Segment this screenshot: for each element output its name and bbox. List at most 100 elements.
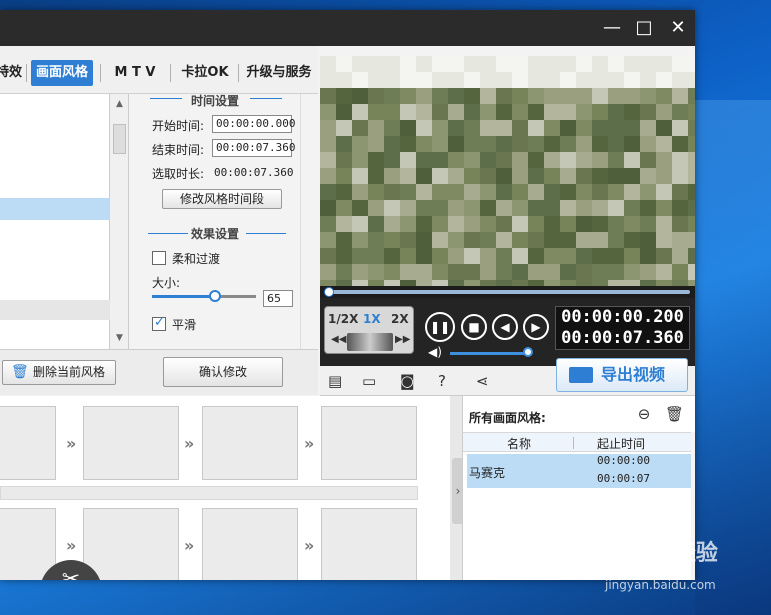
next-frame-button[interactable]: ▶	[523, 314, 549, 340]
mosaic-block	[464, 56, 480, 72]
timeline-scroll-strip[interactable]	[0, 486, 418, 500]
mosaic-block	[368, 120, 384, 136]
tab-mtv[interactable]: M T V	[106, 60, 164, 86]
speed-2x[interactable]: 2X	[391, 312, 409, 326]
timeline-frame[interactable]	[202, 406, 298, 480]
start-time-input[interactable]: 00:00:00.000	[212, 115, 295, 133]
volume-knob[interactable]	[523, 347, 533, 357]
volume-icon[interactable]: ◀)	[428, 345, 442, 359]
mosaic-block	[448, 248, 464, 264]
style-list-scrollbar[interactable]: ▲ ▼	[110, 94, 129, 349]
minimize-button[interactable]: —	[598, 16, 626, 40]
mosaic-block	[336, 216, 352, 232]
mosaic-block	[656, 216, 672, 232]
mosaic-block	[400, 136, 416, 152]
size-slider-thumb[interactable]	[209, 290, 221, 302]
mosaic-block	[496, 56, 512, 72]
mosaic-block	[688, 152, 695, 168]
tab-picture-style[interactable]: 画面风格	[31, 60, 93, 86]
previous-frame-button[interactable]: ◀	[492, 314, 518, 340]
speed-1x[interactable]: 1X	[363, 312, 381, 326]
pause-button[interactable]: ❚❚	[425, 312, 455, 342]
smooth-checkbox[interactable]	[152, 315, 166, 331]
tab-divider	[100, 64, 101, 82]
mosaic-block	[416, 248, 432, 264]
progress-knob[interactable]	[324, 287, 334, 297]
stop-icon: ■	[468, 320, 480, 334]
mosaic-block	[384, 216, 400, 232]
mosaic-block	[448, 88, 464, 104]
close-button[interactable]: ✕	[664, 16, 692, 40]
mosaic-block	[544, 56, 560, 72]
timeline-frame[interactable]	[321, 508, 417, 580]
mosaic-block	[560, 120, 576, 136]
smooth-label: 平滑	[172, 318, 197, 332]
timeline-frame[interactable]	[321, 406, 417, 480]
duration-value: 00:00:07.360	[214, 166, 294, 179]
mosaic-block	[400, 104, 416, 120]
mosaic-block	[400, 184, 416, 200]
speed-selector[interactable]: 1/2X 1X 2X ◀◀ ▶▶	[324, 306, 414, 354]
end-time-input[interactable]: 00:00:07.360	[212, 139, 295, 157]
maximize-button[interactable]: □	[630, 16, 658, 40]
speed-dial[interactable]	[347, 333, 393, 351]
mosaic-block	[672, 200, 688, 216]
tab-karaoke[interactable]: 卡拉OK	[176, 60, 234, 86]
confirm-modify-button[interactable]: 确认修改	[163, 357, 283, 387]
size-slider[interactable]	[152, 290, 256, 302]
mosaic-block	[656, 104, 672, 120]
timeline-frame[interactable]	[83, 508, 179, 580]
scroll-thumb[interactable]	[113, 124, 126, 154]
help-icon[interactable]: ?	[438, 372, 446, 390]
mosaic-block	[512, 136, 528, 152]
fast-forward-icon[interactable]: ▶▶	[395, 334, 410, 345]
mosaic-block	[528, 72, 544, 88]
mosaic-block	[656, 88, 672, 104]
watermark-url: jingyan.baidu.com	[605, 578, 716, 592]
mosaic-block	[640, 72, 656, 88]
mosaic-block	[544, 200, 560, 216]
mosaic-block	[576, 168, 592, 184]
style-name: 马赛克	[469, 466, 506, 480]
soft-transition-checkbox[interactable]	[152, 251, 166, 265]
mosaic-block	[512, 184, 528, 200]
scroll-up-icon[interactable]: ▲	[110, 96, 129, 112]
mosaic-block	[688, 120, 695, 136]
mosaic-block	[432, 200, 448, 216]
mosaic-block	[480, 104, 496, 120]
scroll-down-icon[interactable]: ▼	[110, 330, 129, 346]
mosaic-block	[544, 264, 560, 280]
save-icon[interactable]: ◙	[400, 372, 415, 390]
timeline-frame[interactable]	[83, 406, 179, 480]
mosaic-block	[432, 120, 448, 136]
progress-track[interactable]	[326, 290, 690, 294]
mosaic-block	[464, 136, 480, 152]
chevron-right-icon: »	[304, 536, 315, 555]
mosaic-block	[352, 216, 368, 232]
speed-half[interactable]: 1/2X	[328, 312, 358, 326]
open-folder-icon[interactable]: ▭	[362, 372, 376, 390]
mosaic-block	[656, 184, 672, 200]
list-item-selected[interactable]	[0, 198, 110, 220]
trash-icon[interactable]: 🗑	[665, 405, 684, 423]
timeline-frame[interactable]	[202, 508, 298, 580]
list-item[interactable]	[0, 300, 110, 320]
share-icon[interactable]: ⋖	[476, 372, 489, 390]
timeline-frame[interactable]	[0, 406, 56, 480]
size-value-input[interactable]: 65	[263, 290, 293, 307]
mosaic-block	[336, 232, 352, 248]
stop-button[interactable]: ■	[461, 314, 487, 340]
new-project-icon[interactable]: ▤	[328, 372, 342, 390]
chevron-right-icon: »	[66, 536, 77, 555]
rewind-icon[interactable]: ◀◀	[331, 334, 346, 345]
export-video-button[interactable]: 导出视频	[556, 358, 688, 392]
mosaic-block	[368, 264, 384, 280]
volume-slider[interactable]	[450, 352, 526, 355]
delete-style-button[interactable]: 🗑 删除当前风格	[2, 360, 116, 385]
tab-upgrade-service[interactable]: 升级与服务	[242, 60, 316, 86]
back-circle-icon[interactable]: ⊖	[635, 405, 653, 423]
modify-style-time-button[interactable]: 修改风格时间段	[162, 189, 282, 209]
table-row[interactable]: 马赛克 00:00:00 00:00:07	[467, 454, 691, 488]
mosaic-block	[384, 168, 400, 184]
tab-effects[interactable]: 特效	[0, 60, 22, 86]
